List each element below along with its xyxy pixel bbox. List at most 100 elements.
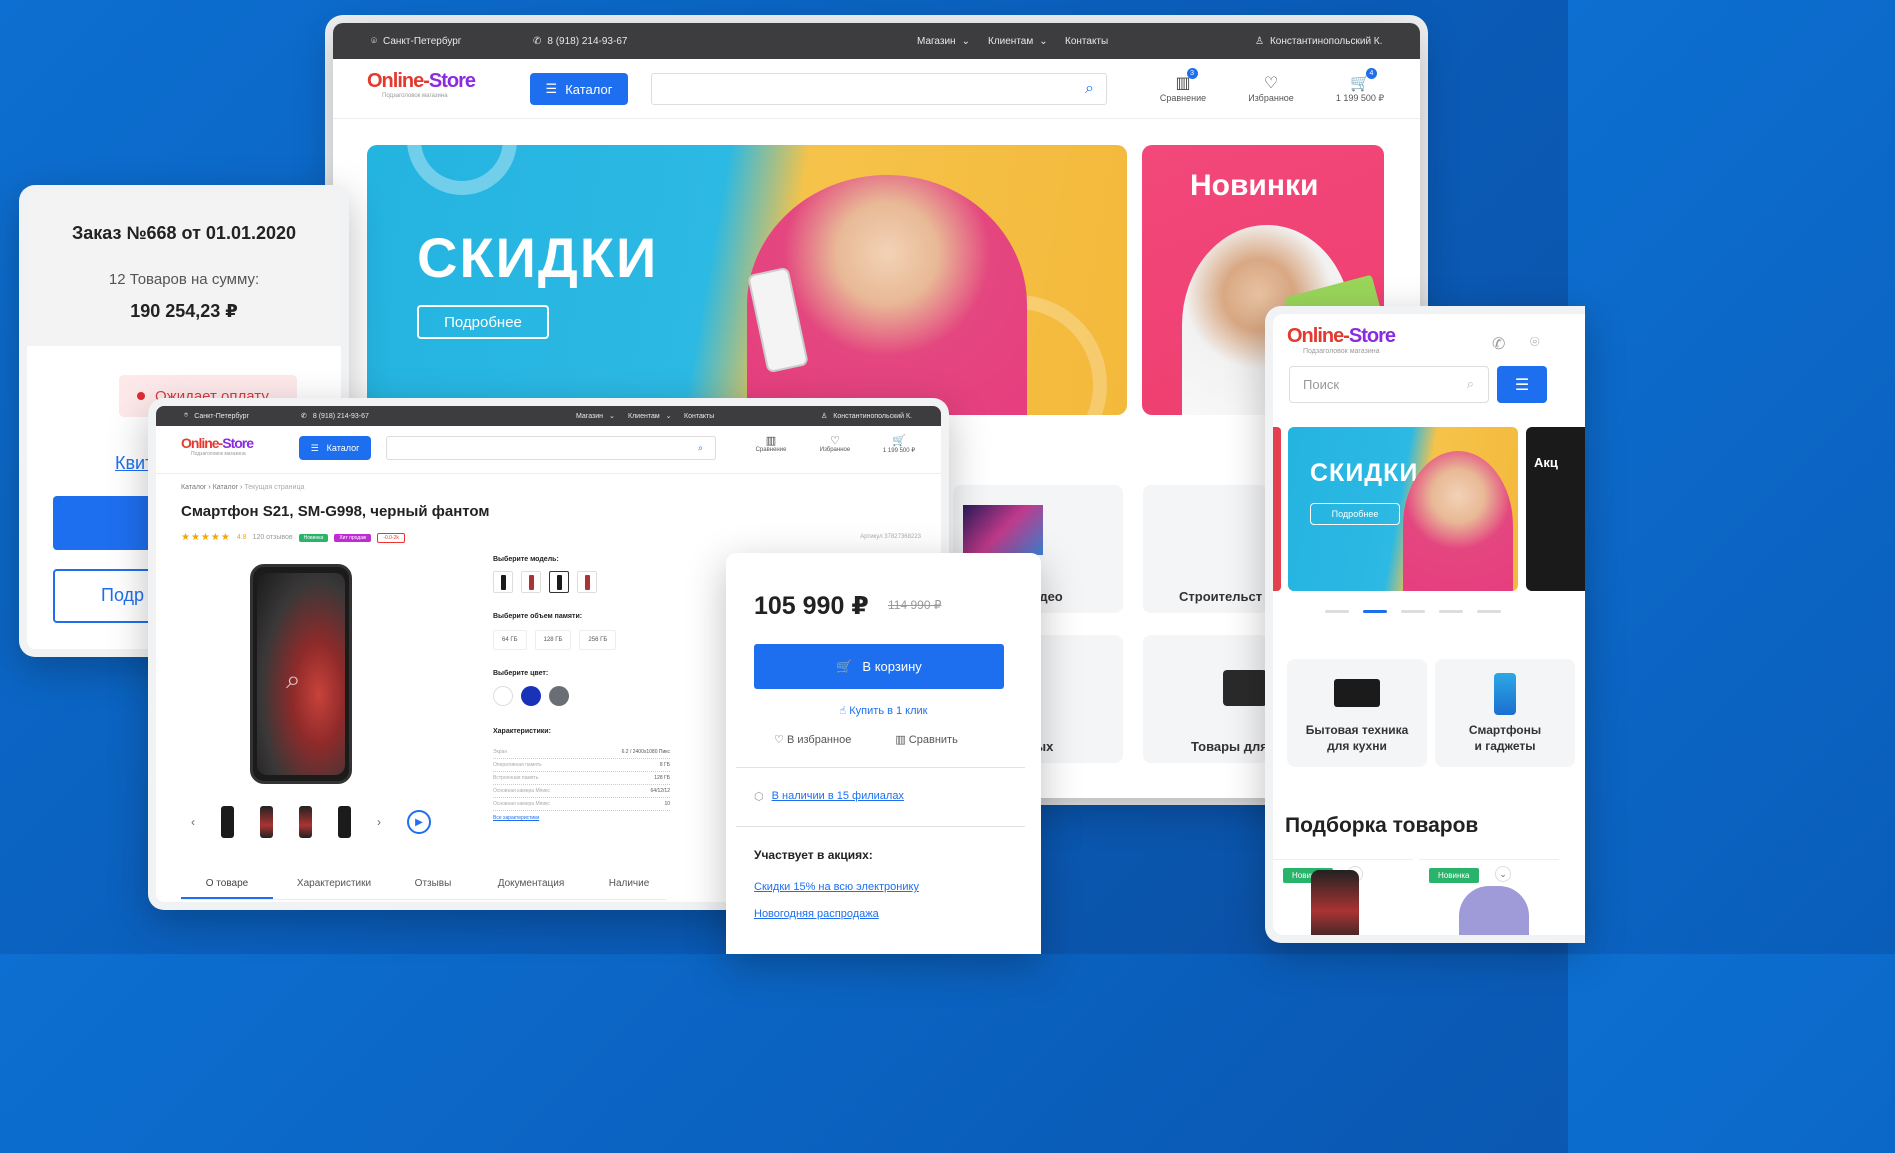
spec-row: Оперативная память 8 ГБ — [493, 759, 670, 772]
nav-contacts[interactable]: Контакты — [684, 413, 714, 420]
search-input[interactable]: ⌕ — [651, 73, 1107, 105]
user-account[interactable]: ♙ Константинопольский К. — [821, 412, 912, 421]
compare-link[interactable]: ▥ 3 Сравнение — [1153, 68, 1213, 103]
search-icon: ⌕ — [1466, 376, 1474, 391]
model-label: Выберите модель: — [493, 556, 559, 563]
model-option[interactable] — [549, 571, 569, 593]
category-tile[interactable]: Товары для — [1143, 635, 1268, 763]
category-tile[interactable]: Строительст — [1143, 485, 1268, 613]
order-title: Заказ №668 от 01.01.2020 — [71, 223, 297, 243]
product-title: Смартфон S21, SM-G998, черный фантом — [181, 503, 490, 520]
promo-link[interactable]: Скидки 15% на всю электронику — [754, 881, 919, 893]
thumbnail[interactable] — [221, 806, 234, 838]
thumbnail[interactable] — [338, 806, 351, 838]
zoom-icon[interactable]: ⌕ — [286, 664, 301, 696]
carousel-dot[interactable] — [1401, 610, 1425, 613]
cart-link[interactable]: 🛒 4 1 199 500 ₽ — [1328, 68, 1392, 104]
memory-option[interactable]: 256 ГБ — [579, 630, 617, 650]
details-button[interactable]: Подробнее — [1310, 503, 1400, 525]
logo[interactable]: Online-Store Подзаголовок магазина — [181, 436, 254, 457]
location-pin-icon: ⌾ — [371, 35, 377, 47]
favorites-link[interactable]: ♡ Избранное — [812, 434, 858, 453]
phone-link[interactable]: ✆ 8 (918) 214-93-67 — [533, 36, 627, 47]
carousel-dot[interactable] — [1439, 610, 1463, 613]
city-selector[interactable]: ⌾ Санкт-Петербург — [371, 36, 461, 47]
nav-shop[interactable]: Магазин ⌄ — [576, 412, 615, 421]
add-to-cart-button[interactable]: 🛒 В корзину — [754, 644, 1004, 689]
breadcrumb-current: Текущая страница — [244, 484, 305, 491]
promo-link[interactable]: Новогодняя распродажа — [754, 908, 879, 920]
user-icon: ♙ — [821, 413, 828, 420]
compare-icon: ▥ 3 — [1175, 68, 1198, 93]
specs-list: Экран 6.2 / 2400х1080 Пикс Оперативная па… — [493, 746, 670, 821]
all-specs-link[interactable]: Все характеристики — [493, 815, 670, 821]
logo[interactable]: Online-Store Подзаголовок магазина — [367, 71, 476, 99]
price: 105 990 ₽ — [754, 592, 869, 620]
secondary-actions: ♡ В избранное ▥ Сравнить — [774, 733, 958, 746]
tab-docs[interactable]: Документация — [471, 870, 591, 899]
gpu-image — [1223, 670, 1267, 706]
compare-link[interactable]: ▥ Сравнить — [895, 733, 957, 746]
details-button[interactable]: Подробнее — [417, 305, 549, 339]
thumbnail[interactable] — [260, 806, 273, 838]
category-tile-kitchen[interactable]: Бытовая техника для кухни — [1287, 659, 1427, 767]
city-selector[interactable]: ⌾ Санкт-Петербург — [184, 412, 249, 420]
logo[interactable]: Online-Store Подзаголовок магазина — [1287, 326, 1396, 355]
chevron-down-icon[interactable]: ⌄ — [1495, 866, 1511, 882]
cart-link[interactable]: 🛒 1 199 500 ₽ — [874, 434, 924, 454]
tab-reviews[interactable]: Отзывы — [395, 870, 471, 899]
search-input[interactable]: ⌕ — [386, 436, 716, 460]
play-video-icon[interactable]: ▶ — [407, 810, 431, 834]
memory-option[interactable]: 128 ГБ — [534, 630, 572, 650]
category-tile-smartphones[interactable]: Смартфоны и гаджеты — [1435, 659, 1575, 767]
compare-icon: ▥ — [765, 435, 777, 447]
reviews-link[interactable]: 120 отзывов — [253, 534, 293, 541]
product-image[interactable] — [250, 564, 352, 784]
catalog-button[interactable]: ☰ Каталог — [530, 73, 628, 105]
tab-specs[interactable]: Характеристики — [273, 870, 395, 899]
site-header: Online-Store Подзаголовок магазина ☰ Ката… — [333, 59, 1420, 119]
add-to-favorites-link[interactable]: ♡ В избранное — [774, 733, 851, 746]
phone-link[interactable]: ✆ 8 (918) 214-93-67 — [301, 412, 369, 421]
breadcrumb-link[interactable]: Каталог — [213, 484, 238, 491]
buy-one-click-link[interactable]: ☝ Купить в 1 клик — [726, 704, 1041, 717]
breadcrumb-link[interactable]: Каталог — [181, 484, 206, 491]
memory-option[interactable]: 64 ГБ — [493, 630, 527, 650]
sale-banner[interactable]: СКИДКИ Подробнее — [1288, 427, 1518, 591]
model-option[interactable] — [577, 571, 597, 593]
search-input[interactable]: Поиск ⌕ — [1289, 366, 1489, 403]
nav-shop[interactable]: Магазин ⌄ — [917, 36, 970, 47]
product-card[interactable]: Новинка ⌄ — [1273, 859, 1413, 935]
menu-button[interactable]: ☰ — [1497, 366, 1547, 403]
chevron-right-icon[interactable]: › — [377, 815, 381, 829]
color-swatch-gray[interactable] — [549, 686, 569, 706]
next-slide-peek[interactable]: Акц — [1526, 427, 1585, 591]
phone-icon[interactable]: ✆ — [1492, 334, 1505, 354]
location-pin-icon[interactable]: ⌾ — [1530, 334, 1540, 352]
color-swatch-blue[interactable] — [521, 686, 541, 706]
tab-about[interactable]: О товаре — [181, 870, 273, 899]
cart-icon: 🛒 4 — [1350, 68, 1377, 93]
nav-contacts[interactable]: Контакты — [1065, 36, 1108, 47]
favorites-link[interactable]: ♡ Избранное — [1241, 73, 1301, 103]
product-card[interactable]: Новинка ⌄ — [1419, 859, 1559, 935]
nav-clients[interactable]: Клиентам ⌄ — [628, 412, 672, 421]
user-account[interactable]: ♙ Константинопольский К. — [1255, 36, 1382, 47]
color-swatch-white[interactable] — [493, 686, 513, 706]
tab-availability[interactable]: Наличие — [591, 870, 667, 899]
stock-link[interactable]: ⬡ В наличии в 15 филиалах — [754, 790, 904, 803]
catalog-button[interactable]: ☰ Каталог — [299, 436, 371, 460]
carousel-dot[interactable] — [1325, 610, 1349, 613]
chevron-left-icon[interactable]: ‹ — [191, 815, 195, 829]
cart-icon: 🛒 — [836, 658, 853, 674]
spec-row: Встроенная память 128 ГБ — [493, 772, 670, 785]
thumbnail[interactable] — [299, 806, 312, 838]
model-option[interactable] — [521, 571, 541, 593]
compare-icon: ▥ — [895, 734, 906, 746]
compare-link[interactable]: ▥ Сравнение — [748, 434, 794, 453]
carousel-dot[interactable] — [1477, 610, 1501, 613]
nav-clients[interactable]: Клиентам ⌄ — [988, 36, 1048, 47]
model-option[interactable] — [493, 571, 513, 593]
carousel-dot-active[interactable] — [1363, 610, 1387, 613]
sale-banner[interactable]: СКИДКИ Подробнее — [367, 145, 1127, 415]
